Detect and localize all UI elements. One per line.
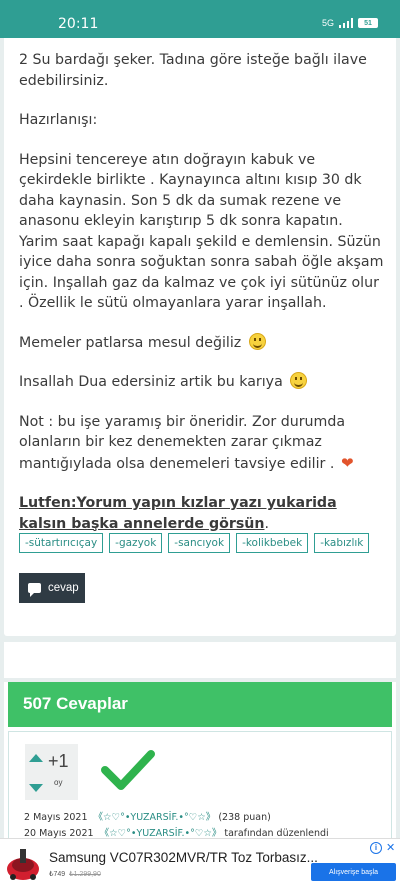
post-paragraph: Hepsini tencereye atın doğrayın kabuk ve… — [19, 151, 384, 312]
upvote-arrow-icon[interactable] — [29, 754, 43, 762]
post-card: 2 Su bardağı şeker. Tadına göre isteğe b… — [4, 38, 396, 636]
post-paragraph: Hazırlanışı: — [19, 112, 98, 128]
post-body: 2 Su bardağı şeker. Tadına göre isteğe b… — [19, 50, 385, 553]
bold-request: Lutfen:Yorum yapın kızlar yazı yukarida … — [19, 495, 337, 532]
network-label: 5G — [321, 18, 334, 28]
heart-icon: ❤ — [340, 453, 354, 472]
user-link[interactable]: 《☆♡°•YUZARSİF.•°♡☆》 — [94, 812, 216, 823]
smiley-icon — [248, 332, 266, 350]
answers-header: 507 Cevaplar — [8, 682, 392, 727]
ad-banner[interactable]: Samsung VC07R302MVR/TR Toz Torbasız... ₺… — [0, 838, 400, 888]
answer-date-line: 2 Mayıs 2021 《☆♡°•YUZARSİF.•°♡☆》 (238 pu… — [24, 812, 271, 823]
speech-bubble-icon — [28, 583, 41, 597]
reply-button[interactable]: cevap — [19, 573, 85, 603]
vote-unit: oy — [54, 778, 63, 787]
tag-link[interactable]: -sancıyok — [168, 533, 231, 553]
close-icon[interactable]: ✕ — [386, 841, 395, 854]
page: 2 Su bardağı şeker. Tadına göre isteğe b… — [0, 38, 400, 888]
downvote-arrow-icon[interactable] — [29, 784, 43, 792]
spacer-card — [4, 642, 396, 678]
tag-link[interactable]: -kolikbebek — [236, 533, 309, 553]
status-icons: 5G 51 — [322, 18, 378, 28]
tag-link[interactable]: -gazyok — [109, 533, 163, 553]
status-time: 20:11 — [58, 16, 99, 32]
best-answer-check-icon — [101, 750, 155, 790]
vote-widget: +1 oy — [25, 744, 78, 800]
tag-link[interactable]: -sütartırıcıçay — [19, 533, 104, 553]
post-paragraph: Not : bu işe yaramış bir öneridir. Zor d… — [19, 413, 354, 472]
ad-shop-button[interactable]: Alışverişe başla — [311, 863, 396, 881]
post-paragraph: Memeler patlarsa mesul değiliz — [19, 332, 385, 354]
battery-icon: 51 — [358, 18, 378, 28]
vote-score: +1 — [48, 751, 69, 771]
vacuum-product-image — [7, 849, 39, 880]
signal-icon — [339, 18, 353, 28]
tag-list: -sütartırıcıçay -gazyok -sancıyok -kolik… — [19, 533, 370, 553]
ad-price: ₺749 ₺1.299,90 — [49, 871, 101, 878]
post-paragraph: Insallah Dua edersiniz artik bu karıya — [19, 372, 385, 393]
post-paragraph: 2 Su bardağı şeker. Tadına göre isteğe b… — [19, 52, 367, 89]
reply-label: cevap — [48, 582, 79, 594]
smiley-icon — [290, 372, 308, 389]
ad-title[interactable]: Samsung VC07R302MVR/TR Toz Torbasız... — [49, 850, 318, 865]
post-final-line: Lutfen:Yorum yapın kızlar yazı yukarida … — [19, 495, 337, 532]
tag-link[interactable]: -kabızlık — [314, 533, 370, 553]
adchoices-icon[interactable]: i — [370, 842, 382, 854]
